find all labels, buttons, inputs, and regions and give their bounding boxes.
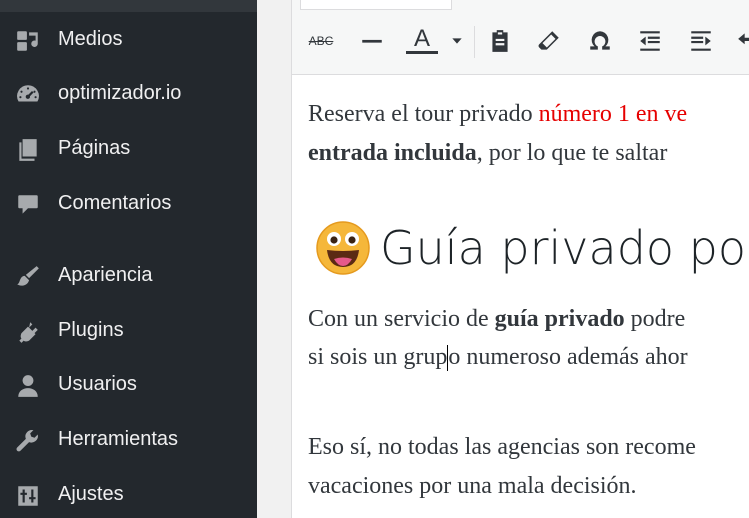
highlighted-text: número 1 en ve [538, 101, 688, 127]
speedometer-icon [14, 83, 42, 107]
sidebar-item-label: Páginas [58, 137, 131, 159]
sidebar-item-label: Herramientas [58, 428, 179, 450]
sidebar-top-band [0, 0, 257, 12]
pages-icon [14, 138, 42, 162]
special-character-button[interactable] [583, 24, 617, 58]
outdent-button[interactable] [633, 24, 667, 58]
toolbar-format-select[interactable] [300, 0, 452, 10]
omega-icon [590, 31, 610, 50]
paintbrush-icon [14, 265, 42, 289]
user-icon [14, 374, 42, 398]
sidebar-item-label: Apariencia [58, 264, 153, 286]
wrench-icon [14, 429, 42, 453]
clipboard-icon [492, 30, 508, 52]
undo-button[interactable] [732, 24, 749, 58]
strikethrough-icon: ABC [308, 34, 334, 48]
outdent-icon [640, 31, 660, 51]
section-heading: Guía privado por e [316, 221, 749, 275]
sidebar-item-plugins[interactable]: Plugins [0, 312, 257, 352]
undo-icon [738, 33, 749, 45]
sidebar-item-comentarios[interactable]: Comentarios [0, 185, 257, 225]
indent-button[interactable] [684, 24, 718, 58]
strikethrough-button[interactable]: ABC [304, 24, 338, 58]
sidebar-item-optimizador[interactable]: optimizador.io [0, 75, 257, 115]
sidebar-item-label: optimizador.io [58, 82, 182, 104]
comment-icon [14, 193, 42, 217]
eraser-icon [538, 31, 559, 50]
chevron-down-icon [452, 38, 462, 44]
bold-text: guía privado [494, 306, 625, 332]
paragraph-1-line-1: Reserva el tour privado número 1 en ve [308, 101, 688, 127]
toolbar-separator [474, 26, 475, 58]
text-color-button[interactable]: A [404, 24, 440, 58]
paragraph-1-line-2: entrada incluida, por lo que te saltar [308, 140, 668, 166]
paste-text-button[interactable] [483, 24, 517, 58]
paragraph-3-line-1: Eso sí, no todas las agencias son recome [308, 434, 696, 460]
sidebar-item-herramientas[interactable]: Herramientas [0, 421, 257, 461]
indent-icon [691, 31, 711, 51]
sidebar-item-label: Usuarios [58, 373, 137, 395]
editor-content[interactable]: Reserva el tour privado número 1 en ve e… [292, 75, 749, 518]
text-color-icon: A [406, 27, 438, 54]
sidebar-item-usuarios[interactable]: Usuarios [0, 366, 257, 406]
media-icon [14, 29, 42, 53]
sidebar-item-apariencia[interactable]: Apariencia [0, 257, 257, 297]
settings-sliders-icon [14, 484, 42, 508]
sidebar-item-ajustes[interactable]: Ajustes [0, 476, 257, 516]
horizontal-line-icon [362, 39, 382, 43]
sidebar-item-medios[interactable]: Medios [0, 21, 257, 61]
paragraph-2-line-2: si sois un grupo numeroso además ahor [308, 344, 688, 372]
editor-toolbar: ABC A [292, 0, 749, 75]
admin-sidebar: Medios optimizador.io Páginas Comentario… [0, 0, 257, 518]
plugin-icon [14, 320, 42, 344]
text-color-dropdown[interactable] [444, 24, 470, 58]
sidebar-item-paginas[interactable]: Páginas [0, 130, 257, 170]
paragraph-3-line-2: vacaciones por una mala decisión. [308, 473, 637, 499]
sidebar-item-label: Ajustes [58, 483, 124, 505]
clear-formatting-button[interactable] [532, 24, 566, 58]
sidebar-item-label: Plugins [58, 319, 124, 341]
paragraph-2-line-1: Con un servicio de guía privado podre [308, 306, 686, 332]
sidebar-item-label: Comentarios [58, 192, 172, 214]
sidebar-item-label: Medios [58, 28, 123, 50]
bold-text: entrada incluida [308, 140, 477, 166]
grinning-face-emoji-icon [316, 221, 370, 275]
horizontal-line-button[interactable] [355, 24, 389, 58]
